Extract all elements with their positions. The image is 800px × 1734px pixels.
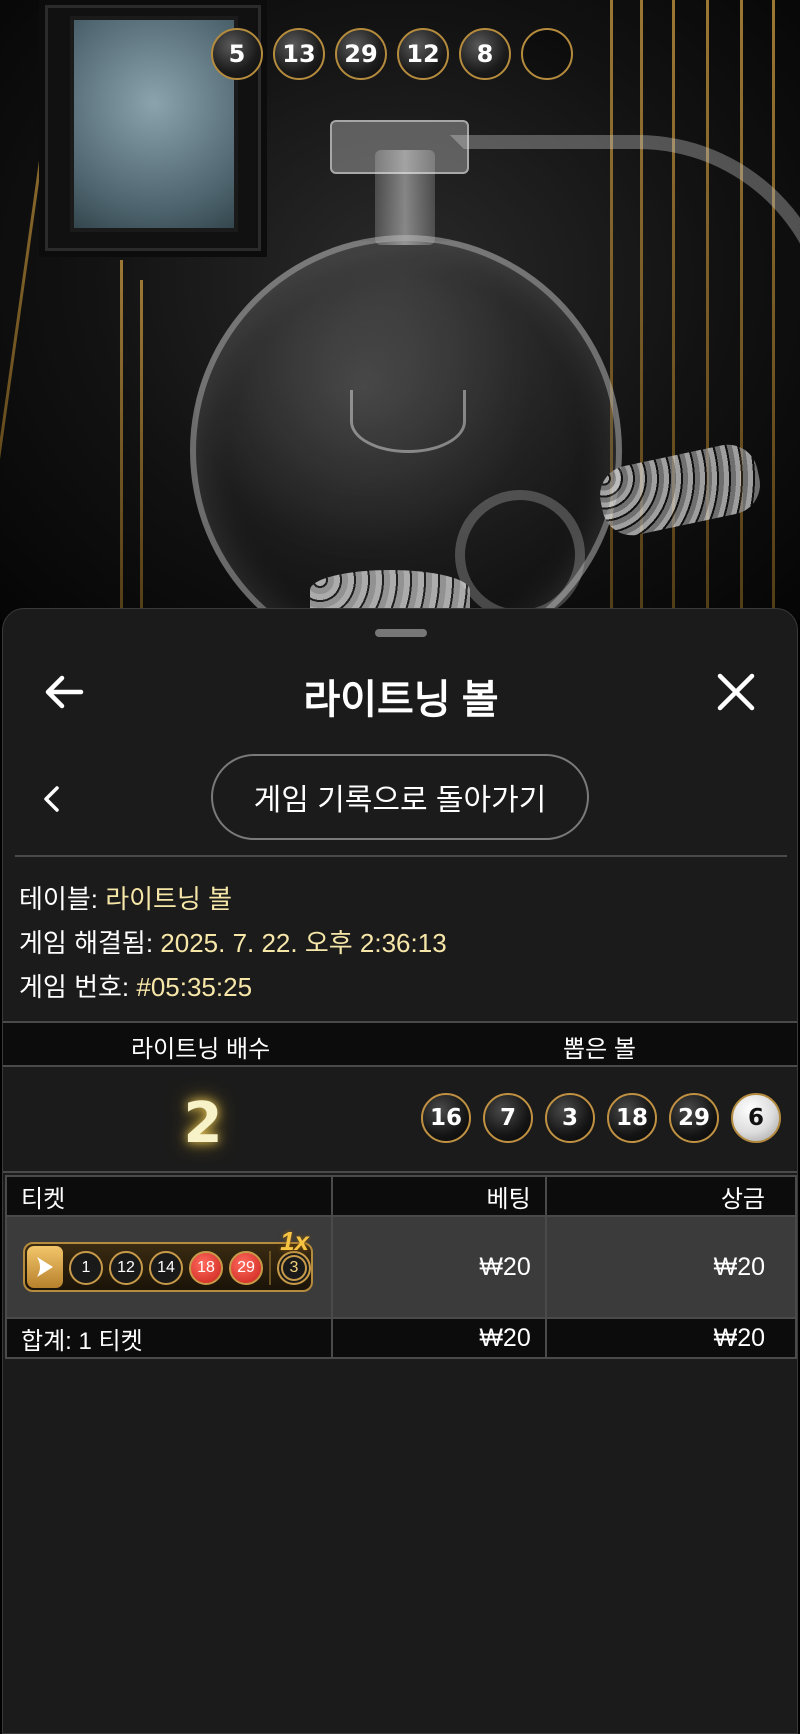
ticket-column-header: 티켓 (5, 1175, 333, 1217)
info-label: 게임 해결됨: (19, 928, 161, 958)
close-button[interactable] (711, 667, 761, 717)
info-game-number-row: 게임 번호: #05:35:25 (19, 965, 447, 1009)
game-info: 테이블: 라이트닝 볼 게임 해결됨: 2025. 7. 22. 오후 2:36… (19, 877, 447, 1009)
result-balls: 16 7 3 18 29 6 (421, 1093, 781, 1143)
ticket-ball: 1 (69, 1251, 103, 1285)
ticket-ball: 14 (149, 1251, 183, 1285)
drawn-ball: 12 (397, 28, 449, 80)
drawn-ball: 13 (273, 28, 325, 80)
table-row: 1 12 14 18 29 3 1x ₩20 ₩20 (5, 1215, 797, 1319)
total-row: 합계: 1 티켓 ₩20 ₩20 (5, 1317, 797, 1359)
result-ball: 3 (545, 1093, 595, 1143)
info-table-row: 테이블: 라이트닝 볼 (19, 877, 447, 921)
divider (15, 855, 787, 857)
tickets-table: 티켓 베팅 상금 1 12 14 18 29 3 1x ₩20 ₩20 합계: … (5, 1175, 797, 1359)
drawn-ball: 5 (211, 28, 263, 80)
total-payout: ₩20 (544, 1317, 797, 1359)
ticket-ball: 12 (109, 1251, 143, 1285)
total-label: 합계: 1 티켓 (5, 1317, 333, 1359)
prev-chevron-button[interactable] (31, 774, 71, 824)
globe-cap (330, 120, 469, 174)
bet-cell: ₩20 (330, 1215, 547, 1319)
ticket-separator (269, 1251, 271, 1285)
chevron-left-icon (44, 786, 59, 812)
lightning-multiplier-value: 2 (183, 1091, 223, 1156)
bet-column-header: 베팅 (330, 1175, 547, 1217)
sheet-header: 라이트닝 볼 (3, 649, 797, 729)
payout-cell: ₩20 (544, 1215, 797, 1319)
bonus-ball: 6 (731, 1093, 781, 1143)
globe-funnel (350, 390, 466, 453)
ticket-card: 1 12 14 18 29 3 1x (23, 1226, 313, 1292)
sheet-drag-handle[interactable] (375, 629, 427, 637)
ticket-multiplier-badge: 1x (280, 1226, 309, 1256)
ticket-numbers: 1 12 14 18 29 3 (69, 1251, 311, 1285)
globe-ring (455, 490, 585, 620)
result-ball: 7 (483, 1093, 533, 1143)
info-label: 게임 번호: (19, 972, 137, 1002)
info-resolved-row: 게임 해결됨: 2025. 7. 22. 오후 2:36:13 (19, 921, 447, 965)
ticket-cell: 1 12 14 18 29 3 1x (5, 1215, 333, 1319)
decor-stripe (120, 260, 123, 620)
result-ball: 18 (607, 1093, 657, 1143)
page-title: 라이트닝 볼 (303, 678, 499, 722)
payout-column-header: 상금 (544, 1175, 797, 1217)
back-to-history-button[interactable]: 게임 기록으로 돌아가기 (211, 754, 589, 840)
live-video-stage: 5 13 29 12 8 (0, 0, 800, 620)
info-label: 테이블: (19, 884, 106, 914)
total-bet: ₩20 (330, 1317, 547, 1359)
ticket-ball-hit: 29 (229, 1251, 263, 1285)
drawn-ball-empty-slot (521, 28, 573, 80)
drawn-ball: 29 (335, 28, 387, 80)
result-ball: 16 (421, 1093, 471, 1143)
drawn-balls-bar: 5 13 29 12 8 (211, 28, 573, 80)
table-header-row: 티켓 베팅 상금 (5, 1175, 797, 1217)
info-value: 2025. 7. 22. 오후 2:36:13 (160, 928, 447, 958)
info-value: #05:35:25 (136, 972, 253, 1002)
multiplier-header: 라이트닝 배수 (131, 1036, 271, 1063)
ball-pile (310, 570, 470, 610)
history-nav: 게임 기록으로 돌아가기 (3, 754, 797, 844)
game-history-sheet: 라이트닝 볼 게임 기록으로 돌아가기 테이블: 라이트닝 볼 게임 해결됨: … (2, 608, 798, 1734)
result-body: 2 16 7 3 18 29 6 (3, 1065, 797, 1173)
decor-stripe (140, 280, 143, 620)
result-header: 라이트닝 배수 뽑은 볼 (3, 1021, 797, 1067)
ticket-ball-hit: 18 (189, 1251, 223, 1285)
close-icon (717, 673, 755, 711)
drawn-balls-header: 뽑은 볼 (563, 1036, 636, 1063)
play-arrow-icon (27, 1246, 63, 1288)
result-ball: 29 (669, 1093, 719, 1143)
drawn-ball: 8 (459, 28, 511, 80)
info-value: 라이트닝 볼 (105, 884, 233, 914)
